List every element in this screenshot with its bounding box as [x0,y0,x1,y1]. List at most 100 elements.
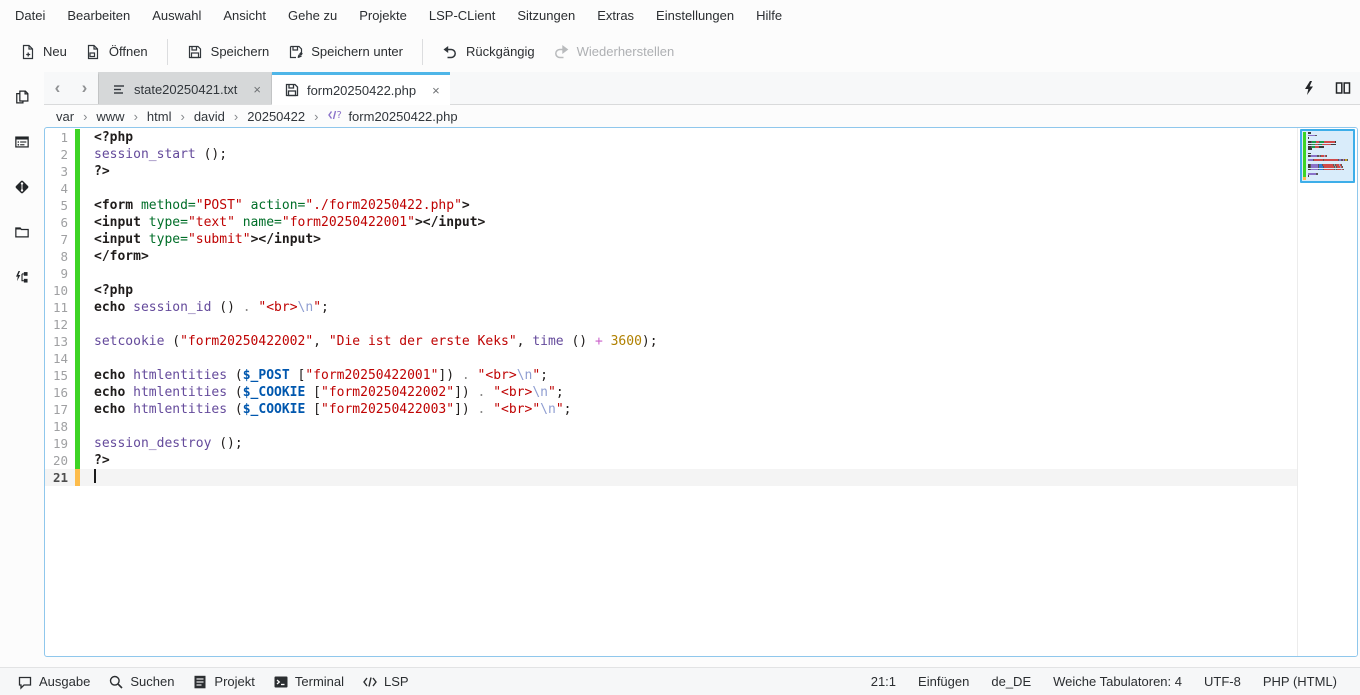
token: [ [290,368,306,383]
tab-label: form20250422.php [307,83,416,98]
statusbar-tab-mode[interactable]: Weiche Tabulatoren: 4 [1042,670,1193,693]
code-line-19[interactable]: 19session_destroy (); [45,435,1297,452]
menu-item-ansicht[interactable]: Ansicht [212,3,277,28]
history-back-button[interactable]: ‹ [44,72,71,104]
minimap-scrollbar[interactable] [1297,128,1357,656]
toolbar-group: NeuÖffnen [10,37,157,66]
tab-close-button[interactable]: × [432,83,440,98]
token: () [211,300,242,315]
menu-item-sitzungen[interactable]: Sitzungen [506,3,586,28]
statusbar-input-mode[interactable]: Einfügen [907,670,980,693]
token: (); [211,436,242,451]
menu-item-auswahl[interactable]: Auswahl [141,3,212,28]
sidebar-button-symbols-outline[interactable] [7,128,37,156]
tab-bar-spacer [450,72,1292,104]
tab-state20250421-txt[interactable]: state20250421.txt× [98,72,272,104]
code-line-12[interactable]: 12 [45,316,1297,333]
sidebar-button-lsp-client[interactable] [7,263,37,291]
code-line-3[interactable]: 3?> [45,163,1297,180]
icon-border [80,452,94,469]
split-view-button[interactable] [1326,72,1360,104]
code-line-21[interactable]: 21 [45,469,1297,486]
menu-item-projekte[interactable]: Projekte [348,3,418,28]
code-line-9[interactable]: 9 [45,265,1297,282]
statusbar-suchen-toggle[interactable]: Suchen [99,670,183,694]
menu-item-extras[interactable]: Extras [586,3,645,28]
history-forward-button[interactable]: › [71,72,98,104]
token: ?> [94,164,110,179]
menu-item-lsp-client[interactable]: LSP-CLient [418,3,506,28]
menu-item-einstellungen[interactable]: Einstellungen [645,3,745,28]
breadcrumb-file[interactable]: ?form20250422.php [327,107,457,126]
code-line-15[interactable]: 15echo htmlentities ($_POST ["form202504… [45,367,1297,384]
code-text: echo session_id () . "<br>\n"; [94,299,1297,316]
breadcrumb-segment-david[interactable]: david [194,109,225,124]
statusbar-lsp-toggle[interactable]: LSP [353,670,418,694]
tab-form20250422-php[interactable]: form20250422.php × [272,72,450,105]
statusbar-projekt-toggle[interactable]: Projekt [183,670,263,694]
menu-item-datei[interactable]: Datei [4,3,56,28]
code-line-17[interactable]: 17echo htmlentities ($_COOKIE ["form2025… [45,401,1297,418]
menu-item-hilfe[interactable]: Hilfe [745,3,793,28]
code-area[interactable]: 1<?php2session_start ();3?>45<form metho… [45,128,1297,656]
token: "POST" [196,198,243,213]
statusbar-cursor-position[interactable]: 21:1 [860,670,907,693]
token: ( [227,402,243,417]
menu-item-bearbeiten[interactable]: Bearbeiten [56,3,141,28]
statusbar-ausgabe-toggle[interactable]: Ausgabe [8,670,99,694]
svg-text:?: ? [337,110,342,121]
speichern-unter-button[interactable]: Speichern unter [278,37,412,66]
ffnen-button[interactable]: Öffnen [76,37,157,66]
icon-border [80,418,94,435]
code-line-7[interactable]: 7<input type="submit"></input> [45,231,1297,248]
tab-close-button[interactable]: × [253,82,261,97]
minimap-row [1308,177,1352,179]
code-line-2[interactable]: 2session_start (); [45,146,1297,163]
breadcrumb-segment-var[interactable]: var [56,109,74,124]
line-number: 20 [45,452,75,469]
code-line-6[interactable]: 6<input type="text" name="form2025042200… [45,214,1297,231]
statusbar-terminal-toggle[interactable]: Terminal [264,670,353,694]
code-line-13[interactable]: 13setcookie ("form20250422002", "Die ist… [45,333,1297,350]
code-text [94,350,1297,367]
sidebar-button-git[interactable] [7,173,37,201]
code-line-14[interactable]: 14 [45,350,1297,367]
breadcrumb-segment-20250422[interactable]: 20250422 [247,109,305,124]
neu-button[interactable]: Neu [10,37,76,66]
kate-window: DateiBearbeitenAuswahlAnsichtGehe zuProj… [0,0,1360,695]
sidebar-button-documents[interactable] [7,83,37,111]
toolbar-separator [422,39,423,65]
token: " [548,385,556,400]
r-ckg-ngig-button[interactable]: Rückgängig [433,37,544,66]
status-bar-left: AusgabeSuchenProjektTerminalLSP [8,670,418,694]
code-line-5[interactable]: 5<form method="POST" action="./form20250… [45,197,1297,214]
icon-border [80,469,94,486]
code-line-1[interactable]: 1<?php [45,129,1297,146]
menu-item-gehe-zu[interactable]: Gehe zu [277,3,348,28]
statusbar-syntax-mode[interactable]: PHP (HTML) [1252,670,1348,693]
breadcrumb-segment-html[interactable]: html [147,109,172,124]
statusbar-dictionary[interactable]: de_DE [980,670,1042,693]
speichern-unter-icon [287,43,304,60]
code-line-10[interactable]: 10<?php [45,282,1297,299]
code-text [94,469,1297,486]
minimap-viewport[interactable] [1300,129,1355,183]
code-line-18[interactable]: 18 [45,418,1297,435]
code-line-16[interactable]: 16echo htmlentities ($_COOKIE ["form2025… [45,384,1297,401]
speichern-icon [187,43,204,60]
code-line-8[interactable]: 8</form> [45,248,1297,265]
code-line-20[interactable]: 20?> [45,452,1297,469]
speichern-button[interactable]: Speichern [178,37,279,66]
toolbar-button-label: Speichern unter [311,44,403,59]
sidebar-button-filesystem-browser[interactable] [7,218,37,246]
editor-view[interactable]: 1<?php2session_start ();3?>45<form metho… [44,127,1358,657]
text-cursor [94,469,96,483]
token: <input [94,232,141,247]
quick-actions-button[interactable] [1292,72,1326,104]
code-line-4[interactable]: 4 [45,180,1297,197]
icon-border [80,231,94,248]
breadcrumb-segment-www[interactable]: www [96,109,124,124]
token: echo [94,300,125,315]
code-line-11[interactable]: 11echo session_id () . "<br>\n"; [45,299,1297,316]
statusbar-encoding[interactable]: UTF-8 [1193,670,1252,693]
